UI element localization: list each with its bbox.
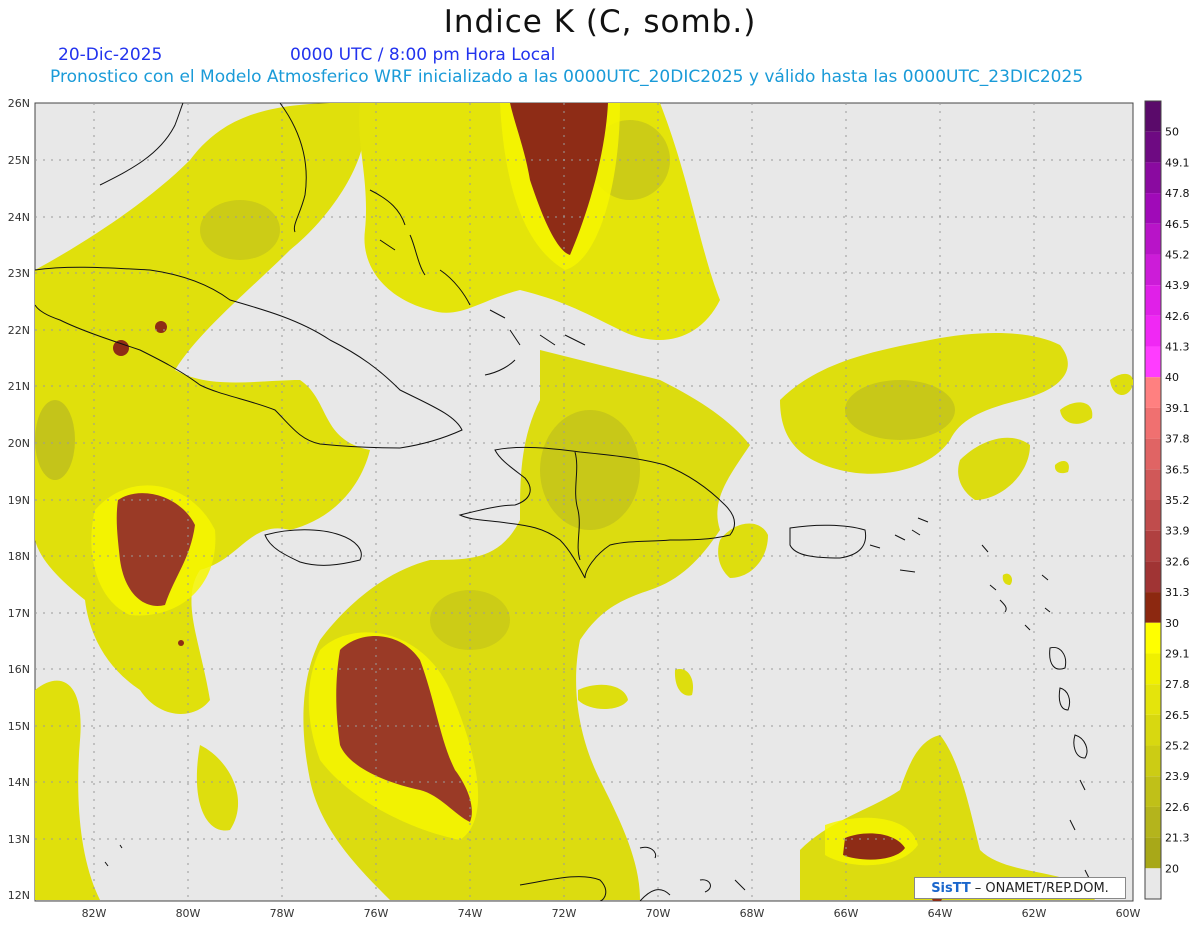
colorbar-swatch xyxy=(1145,101,1161,132)
colorbar-swatch xyxy=(1145,806,1161,838)
lat-label: 19N xyxy=(8,494,30,507)
colorbar-swatch xyxy=(1145,745,1161,777)
colorbar-swatch xyxy=(1145,346,1161,378)
colorbar-swatch xyxy=(1145,868,1161,899)
lon-label: 74W xyxy=(458,907,483,920)
colorbar-swatch xyxy=(1145,438,1161,470)
colorbar-swatch xyxy=(1145,561,1161,593)
colorbar-swatch xyxy=(1145,776,1161,807)
colorbar-label: 42.6 xyxy=(1165,310,1190,323)
colorbar-swatch xyxy=(1145,592,1161,623)
lon-label: 60W xyxy=(1116,907,1141,920)
colorbar-swatch xyxy=(1145,377,1161,408)
colorbar-swatch xyxy=(1145,315,1161,347)
colorbar-label: 40 xyxy=(1165,371,1179,384)
colorbar-label: 36.5 xyxy=(1165,463,1190,476)
colorbar-swatch xyxy=(1145,837,1161,869)
colorbar-swatch xyxy=(1145,622,1161,654)
colorbar-swatch xyxy=(1145,193,1161,224)
colorbar-label: 26.5 xyxy=(1165,709,1190,722)
colorbar-label: 39.1 xyxy=(1165,402,1190,415)
longitude-labels: 82W 80W 78W 76W 74W 72W 70W 68W 66W 64W … xyxy=(82,907,1141,920)
colorbar-label: 50 xyxy=(1165,126,1179,139)
lon-label: 72W xyxy=(552,907,577,920)
colorbar-label: 43.9 xyxy=(1165,279,1190,292)
lon-label: 76W xyxy=(364,907,389,920)
colorbar-swatch xyxy=(1145,653,1161,685)
lat-label: 21N xyxy=(8,380,30,393)
colorbar-label: 20 xyxy=(1165,862,1179,875)
sistt-logo: SisTT – ONAMET/REP.DOM. xyxy=(914,877,1126,899)
colorbar-swatch xyxy=(1145,714,1161,746)
colorbar-swatch xyxy=(1145,684,1161,715)
lat-label: 16N xyxy=(8,663,30,676)
colorbar-label: 30 xyxy=(1165,617,1179,630)
colorbar-label: 25.2 xyxy=(1165,740,1190,753)
lon-label: 62W xyxy=(1022,907,1047,920)
colorbar-label: 46.5 xyxy=(1165,218,1190,231)
colorbar-label: 31.3 xyxy=(1165,586,1190,599)
colorbar-label: 27.8 xyxy=(1165,678,1190,691)
sistt-brand: SisTT xyxy=(931,880,971,896)
lat-label: 25N xyxy=(8,154,30,167)
latitude-labels: 26N 25N 24N 23N 22N 21N 20N 19N 18N 17N … xyxy=(8,97,30,902)
k-index-map: 26N 25N 24N 23N 22N 21N 20N 19N 18N 17N … xyxy=(8,97,1190,920)
lat-label: 20N xyxy=(8,437,30,450)
colorbar-swatch xyxy=(1145,469,1161,500)
colorbar-swatch xyxy=(1145,254,1161,286)
colorbar-label: 47.8 xyxy=(1165,187,1190,200)
colorbar-label: 32.6 xyxy=(1165,555,1190,568)
lon-label: 80W xyxy=(176,907,201,920)
onamet-credit: – ONAMET/REP.DOM. xyxy=(974,880,1109,896)
colorbar-swatch xyxy=(1145,530,1161,562)
lat-label: 26N xyxy=(8,97,30,110)
colorbar-swatch xyxy=(1145,162,1161,194)
colorbar-label: 22.6 xyxy=(1165,801,1190,814)
lat-label: 22N xyxy=(8,324,30,337)
lat-label: 13N xyxy=(8,833,30,846)
lat-label: 14N xyxy=(8,776,30,789)
colorbar-swatch xyxy=(1145,407,1161,439)
colorbar-label: 23.9 xyxy=(1165,770,1190,783)
colorbar-label: 49.1 xyxy=(1165,156,1190,169)
colorbar-label: 35.2 xyxy=(1165,494,1190,507)
colorbar-label: 29.1 xyxy=(1165,647,1190,660)
lon-label: 82W xyxy=(82,907,107,920)
lon-label: 70W xyxy=(646,907,671,920)
lat-label: 15N xyxy=(8,720,30,733)
colorbar-swatch xyxy=(1145,131,1161,163)
colorbar-label: 41.3 xyxy=(1165,341,1190,354)
lon-label: 78W xyxy=(270,907,295,920)
lon-label: 66W xyxy=(834,907,859,920)
lon-label: 64W xyxy=(928,907,953,920)
lat-label: 17N xyxy=(8,607,30,620)
colorbar-swatch xyxy=(1145,285,1161,316)
lat-label: 24N xyxy=(8,211,30,224)
colorbar: 50 49.1 47.8 46.5 45.2 43.9 42.6 41.3 40 39.1 37.8… xyxy=(1144,100,1190,900)
colorbar-label: 21.3 xyxy=(1165,832,1190,845)
colorbar-swatch xyxy=(1145,223,1161,255)
colorbar-label: 33.9 xyxy=(1165,525,1190,538)
lat-label: 12N xyxy=(8,889,30,902)
lon-label: 68W xyxy=(740,907,765,920)
colorbar-swatch xyxy=(1145,500,1161,531)
lat-label: 23N xyxy=(8,267,30,280)
colorbar-label: 45.2 xyxy=(1165,248,1190,261)
lat-label: 18N xyxy=(8,550,30,563)
colorbar-label: 37.8 xyxy=(1165,433,1190,446)
